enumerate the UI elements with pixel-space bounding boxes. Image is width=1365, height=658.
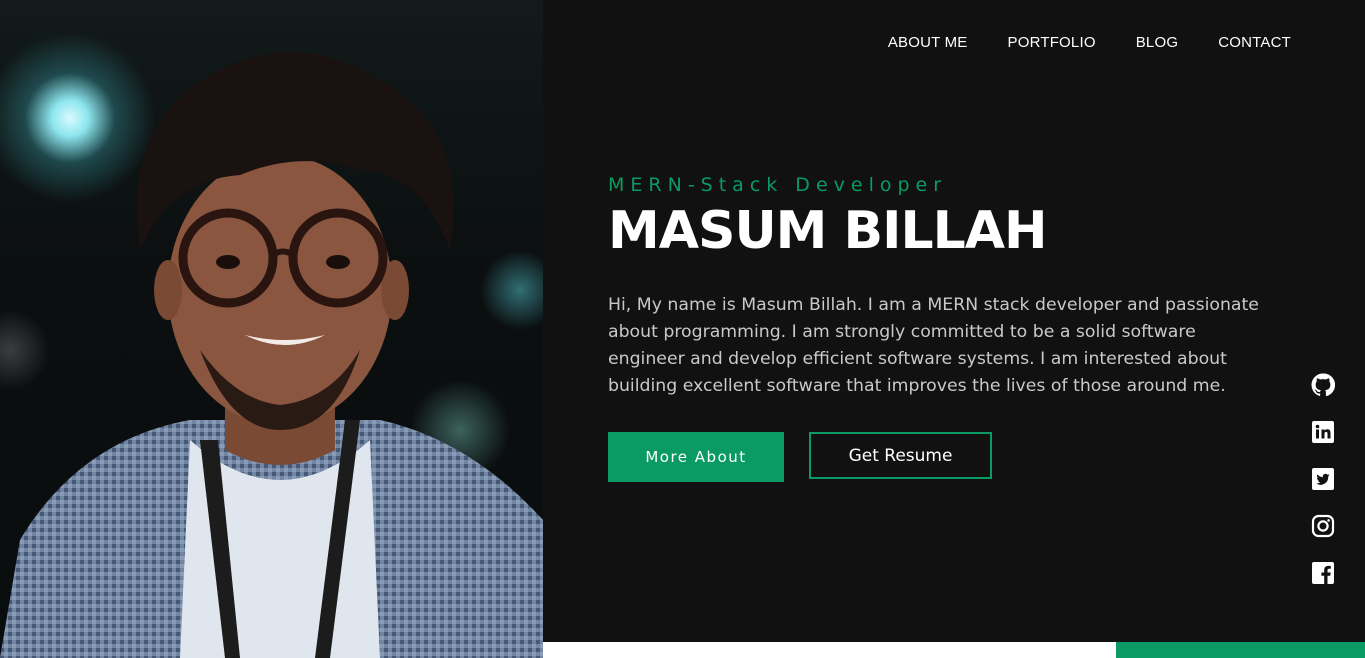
profile-photo [0,0,543,658]
nav-contact[interactable]: CONTACT [1218,34,1291,51]
nav-portfolio[interactable]: PORTFOLIO [1008,34,1096,51]
footer-progress-accent [1116,642,1365,658]
portrait-illustration [0,52,543,658]
nav-about-me[interactable]: ABOUT ME [888,34,968,51]
social-links [1311,373,1335,585]
facebook-icon[interactable] [1311,561,1335,585]
github-icon[interactable] [1311,373,1335,397]
role-subtitle: MERN-Stack Developer [608,174,948,196]
hero-buttons: More About Get Resume [608,432,992,482]
twitter-icon[interactable] [1311,467,1335,491]
nav-blog[interactable]: BLOG [1136,34,1178,51]
hero-name: MASUM BILLAH [608,201,1048,261]
hero-section: MERN-Stack Developer MASUM BILLAH Hi, My… [608,174,1268,400]
instagram-icon[interactable] [1311,514,1335,538]
footer-progress-track [543,642,1116,658]
hero-bio: Hi, My name is Masum Billah. I am a MERN… [608,295,1259,396]
get-resume-button[interactable]: Get Resume [809,432,992,479]
more-about-button[interactable]: More About [608,432,784,482]
main-nav: ABOUT ME PORTFOLIO BLOG CONTACT [888,34,1291,51]
linkedin-icon[interactable] [1311,420,1335,444]
